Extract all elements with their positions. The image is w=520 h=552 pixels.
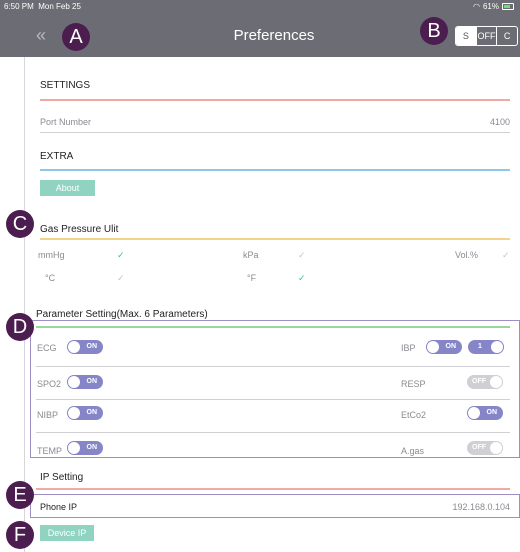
- marker-a: A: [62, 23, 90, 51]
- gas-option-vol[interactable]: Vol.%: [455, 250, 478, 260]
- marker-e: E: [6, 481, 34, 509]
- param-row-divider: [36, 366, 510, 367]
- param-row-divider: [36, 399, 510, 400]
- ecg-toggle[interactable]: ON: [67, 340, 103, 354]
- temp-toggle[interactable]: ON: [67, 441, 103, 455]
- gas-option-celsius[interactable]: °C: [45, 273, 55, 283]
- gas-option-kpa[interactable]: kPa: [243, 250, 259, 260]
- param-label-ecg: ECG: [37, 343, 57, 353]
- nibp-toggle[interactable]: ON: [67, 406, 103, 420]
- ibp-toggle[interactable]: ON: [426, 340, 462, 354]
- param-label-temp: TEMP: [37, 446, 63, 456]
- port-number-label: Port Number: [40, 117, 92, 127]
- content-left-border: [24, 57, 25, 552]
- port-divider: [40, 132, 510, 133]
- segment-c[interactable]: C: [497, 27, 517, 45]
- marker-d: D: [6, 313, 34, 341]
- fahrenheit-check-icon[interactable]: ✓: [298, 273, 306, 284]
- param-label-etco2: EtCo2: [401, 410, 427, 420]
- param-label-nibp: NIBP: [37, 410, 59, 420]
- ibp-count-stepper[interactable]: 1: [468, 340, 504, 354]
- param-label-agas: A.gas: [401, 446, 425, 456]
- status-bar: 6:50 PM Mon Feb 25 ◠ 61%: [0, 0, 520, 14]
- ip-divider: [36, 488, 510, 490]
- param-label-ibp: IBP: [401, 343, 416, 353]
- marker-c: C: [6, 210, 34, 238]
- settings-divider: [40, 99, 510, 101]
- extra-title: EXTRA: [40, 151, 74, 162]
- marker-f: F: [6, 521, 34, 549]
- mode-segmented-control[interactable]: S OFF C: [455, 26, 518, 46]
- gas-divider: [40, 238, 510, 240]
- gas-option-mmhg[interactable]: mmHg: [38, 250, 65, 260]
- param-row-divider: [36, 432, 510, 433]
- ip-title: IP Setting: [40, 472, 84, 483]
- mmhg-check-icon[interactable]: ✓: [117, 250, 125, 261]
- spo2-toggle[interactable]: ON: [67, 375, 103, 389]
- phone-ip-highlight-box: [30, 494, 520, 518]
- celsius-check-icon[interactable]: ✓: [117, 273, 125, 284]
- settings-title: SETTINGS: [40, 80, 91, 91]
- resp-toggle[interactable]: OFF: [467, 375, 503, 389]
- params-title: Parameter Setting(Max. 6 Parameters): [36, 309, 208, 320]
- segment-s[interactable]: S: [456, 27, 477, 45]
- gas-title: Gas Pressure Ulit: [40, 224, 119, 235]
- vol-check-icon[interactable]: ✓: [502, 250, 510, 261]
- phone-ip-value: 192.168.0.104: [452, 502, 510, 512]
- etco2-toggle[interactable]: ON: [467, 406, 503, 420]
- params-divider: [36, 326, 510, 328]
- agas-toggle[interactable]: OFF: [467, 441, 503, 455]
- battery-icon: [502, 3, 514, 10]
- phone-ip-label: Phone IP: [40, 502, 78, 512]
- about-button[interactable]: About: [40, 180, 95, 196]
- port-number-value[interactable]: 4100: [490, 117, 510, 127]
- kpa-check-icon[interactable]: ✓: [298, 250, 306, 261]
- extra-divider: [40, 169, 510, 171]
- segment-off[interactable]: OFF: [477, 27, 498, 45]
- wifi-icon: ◠: [473, 2, 480, 11]
- param-label-resp: RESP: [401, 379, 426, 389]
- battery-percent: 61%: [482, 2, 499, 11]
- param-label-spo2: SPO2: [37, 379, 62, 389]
- status-right: ◠ 61%: [473, 2, 514, 11]
- gas-option-fahrenheit[interactable]: °F: [247, 273, 256, 283]
- marker-b: B: [420, 17, 448, 45]
- device-ip-button[interactable]: Device IP: [40, 525, 94, 541]
- status-time: 6:50 PM Mon Feb 25: [4, 2, 81, 11]
